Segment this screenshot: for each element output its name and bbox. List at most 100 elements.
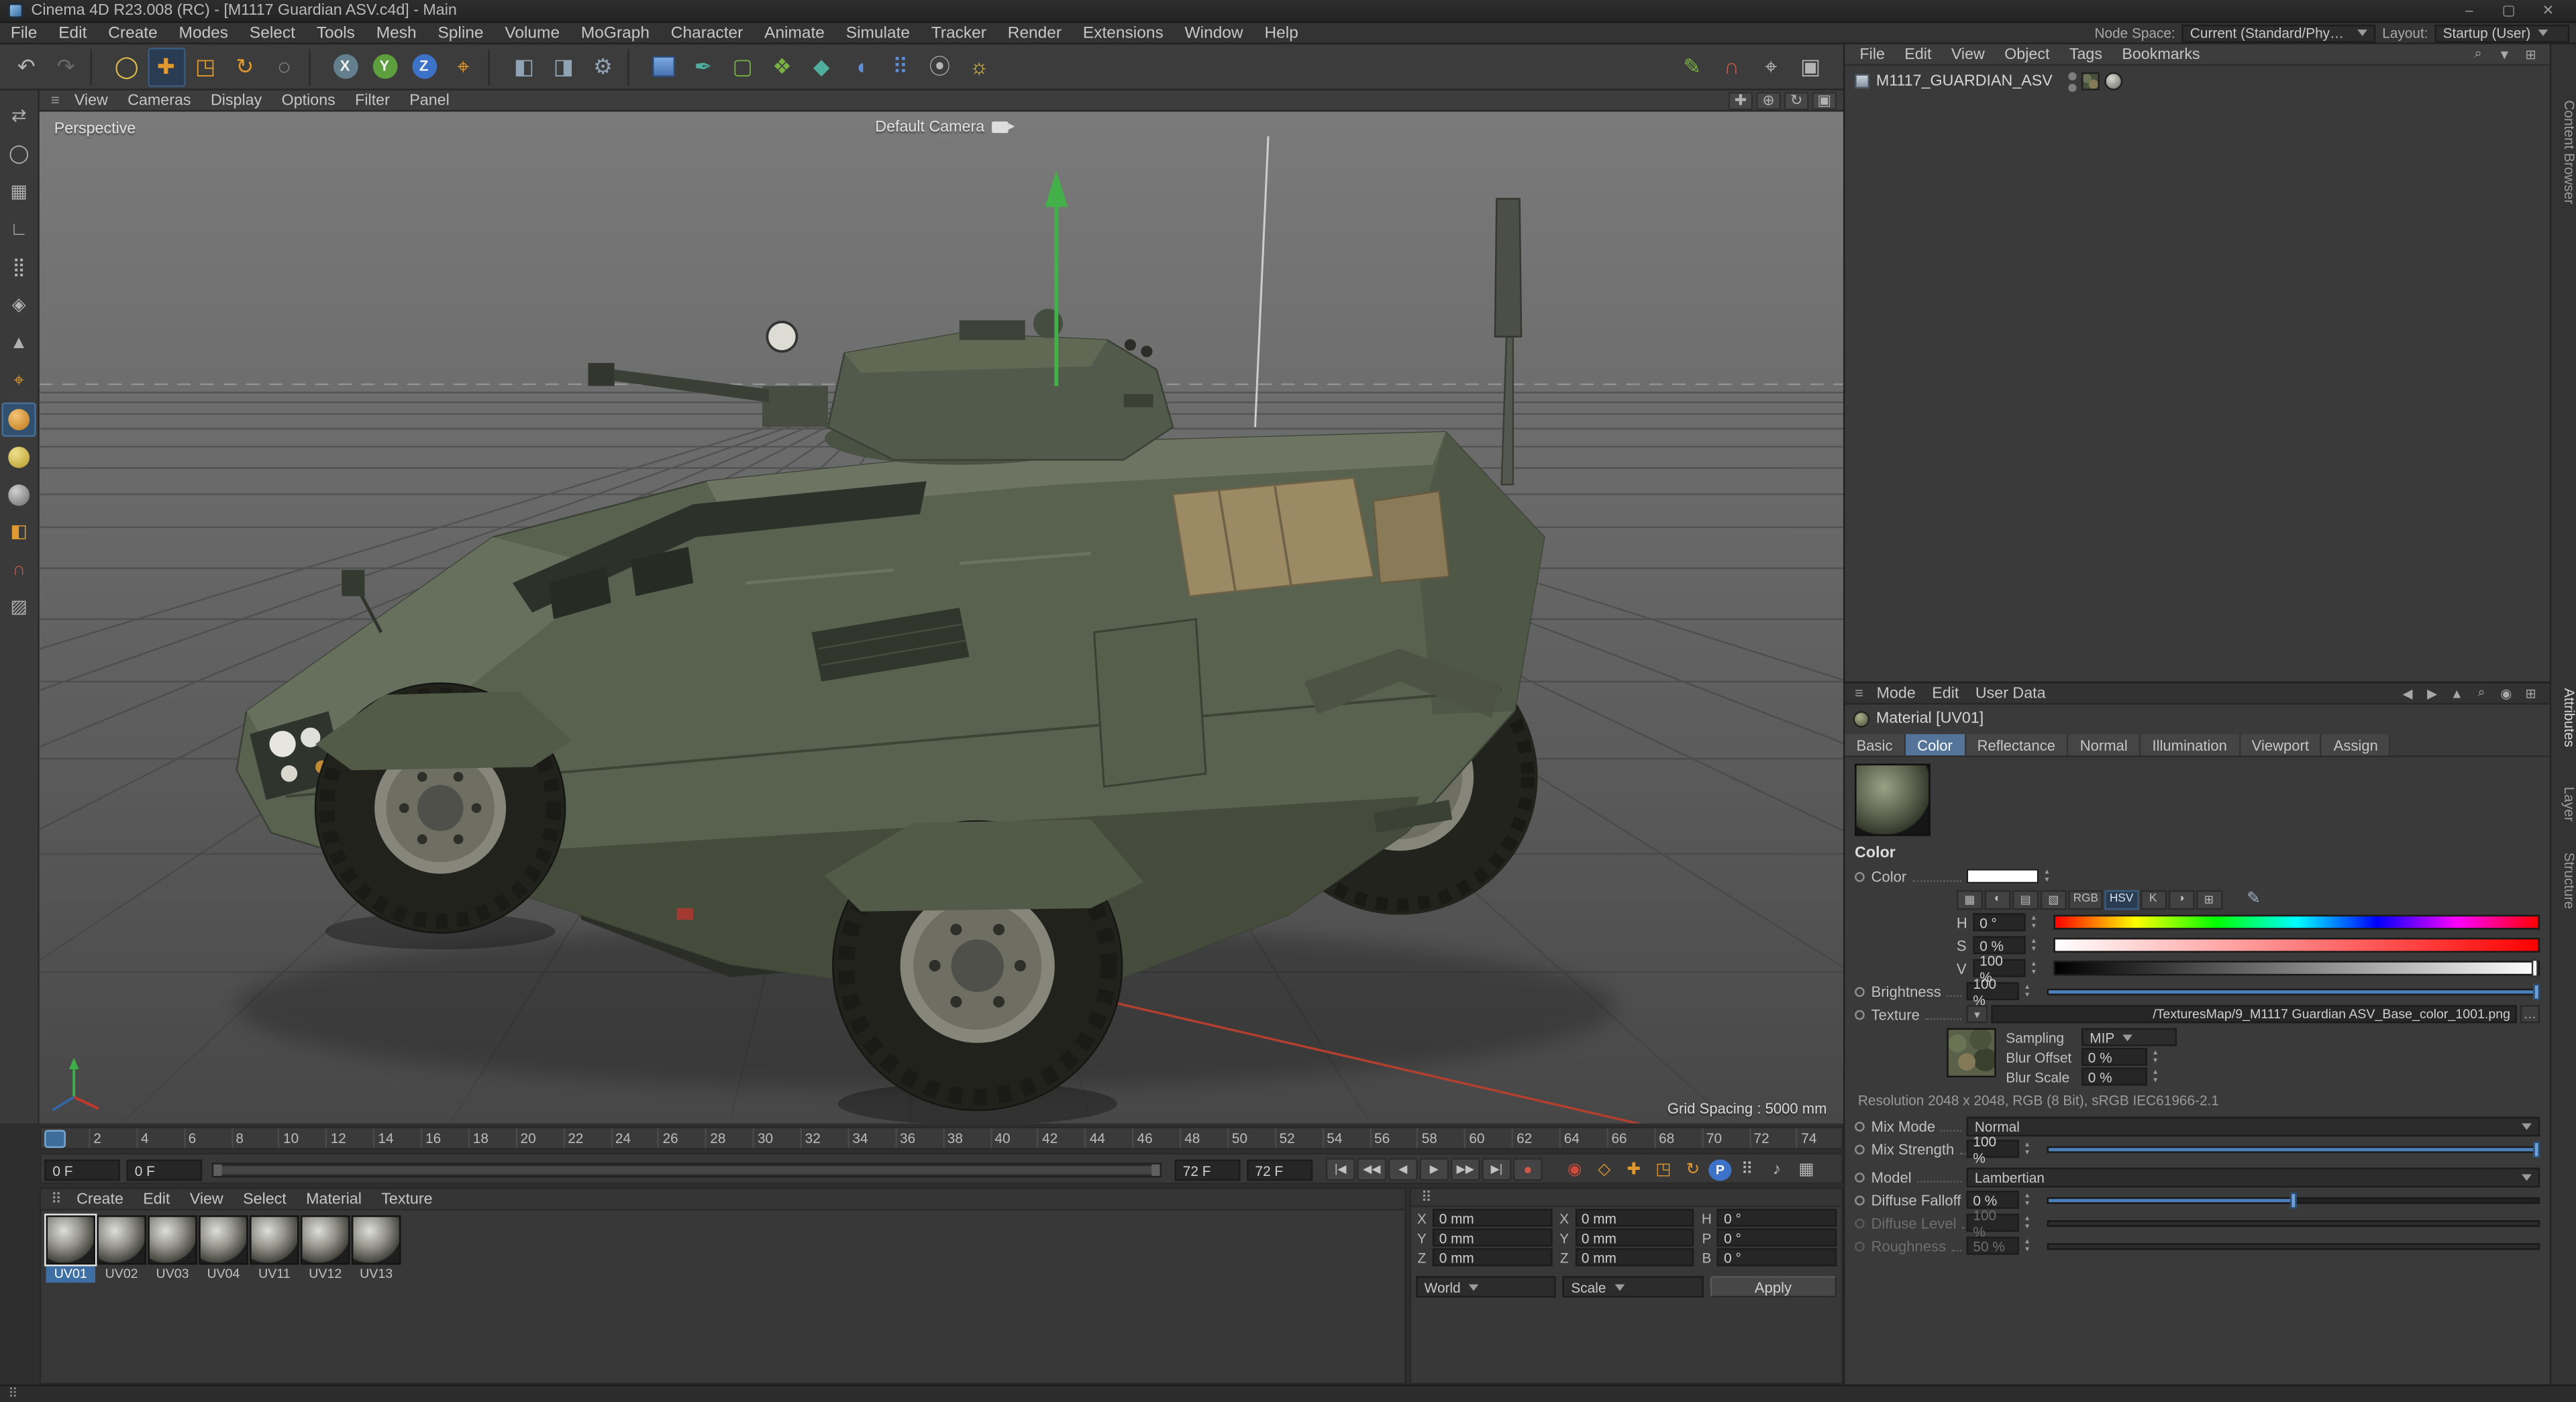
spinner[interactable]: ▴ ▾ <box>2020 1191 2034 1209</box>
layout-select[interactable]: Startup (User) <box>2434 23 2570 42</box>
prev-frame-button[interactable]: ◀ <box>1388 1158 1418 1181</box>
autokey-toggle[interactable]: ◉ <box>1561 1158 1589 1181</box>
texture-dropdown-button[interactable]: ▾ <box>1966 1005 1988 1024</box>
color-swatch[interactable] <box>1966 869 2039 884</box>
paint-mode-button[interactable]: ◧ <box>1 516 36 550</box>
grip-icon[interactable]: ⠿ <box>51 1190 62 1208</box>
menu-item[interactable]: Select <box>239 22 306 44</box>
goto-start-button[interactable]: |◀ <box>1325 1158 1355 1181</box>
key-pla-toggle[interactable]: ⠿ <box>1733 1158 1761 1181</box>
live-selection-tool[interactable]: ◯ <box>107 47 145 87</box>
material-thumbnail[interactable]: UV04 <box>199 1215 248 1283</box>
menu-item[interactable]: Animate <box>754 22 835 44</box>
hsv-mode-button[interactable]: HSV <box>2104 889 2139 910</box>
material-menu-item[interactable]: Edit <box>134 1188 180 1209</box>
key-rotation-toggle[interactable]: ↻ <box>1679 1158 1707 1181</box>
brightness-field[interactable]: 100 % <box>1966 975 2019 1008</box>
menu-item[interactable]: Create <box>97 22 168 44</box>
menu-item[interactable]: Spline <box>427 22 495 44</box>
material-preview-sphere[interactable] <box>199 1215 248 1265</box>
toggle-panels-icon[interactable]: ▣ <box>1812 91 1837 109</box>
texture-thumbnail[interactable] <box>1947 1028 1996 1078</box>
material-thumbnail[interactable]: UV01 <box>44 1214 97 1283</box>
filter-icon[interactable]: ▼ <box>2494 45 2516 63</box>
key-position-toggle[interactable]: ✚ <box>1620 1158 1648 1181</box>
texture-path-field[interactable]: /TexturesMap/9_M1117 Guardian ASV_Base_c… <box>1991 1005 2517 1024</box>
keyframe-dot[interactable] <box>1855 1195 1865 1205</box>
key-scale-toggle[interactable]: ◳ <box>1649 1158 1678 1181</box>
material-menu-item[interactable]: Texture <box>372 1188 443 1209</box>
spinner[interactable]: ▴ ▾ <box>2149 1067 2162 1085</box>
diffuse-falloff-slider[interactable] <box>2047 1191 2540 1208</box>
hsv-gradient-bar[interactable] <box>2053 937 2540 953</box>
viewport-menu-item[interactable]: View <box>64 89 117 111</box>
tab-content-browser[interactable]: Content Browser <box>2551 100 2576 204</box>
viewport-settings-icon[interactable]: ▣ <box>1792 47 1829 87</box>
rotate-tool[interactable]: ↻ <box>226 47 264 87</box>
node-space-select[interactable]: Current (Standard/Physical) <box>2181 23 2376 42</box>
mix-strength-field[interactable]: 100 % <box>1966 1132 2019 1165</box>
viewport-menu-item[interactable]: Filter <box>345 89 399 111</box>
kelvin-mode-button[interactable]: K <box>2140 889 2167 910</box>
snap-settings-icon[interactable]: ∩ <box>1712 47 1750 87</box>
preview-range-slider[interactable] <box>211 1163 1162 1178</box>
sketch-tool-icon[interactable]: ✎ <box>1673 47 1711 87</box>
keyframe-dot[interactable] <box>1855 1144 1865 1154</box>
texture-mode-button[interactable]: ▦ <box>1 176 36 210</box>
mix-mode-select[interactable]: Normal <box>1966 1116 2540 1136</box>
phong-tag-icon[interactable] <box>2105 72 2124 91</box>
attribute-menu-item[interactable]: Mode <box>1868 682 1924 704</box>
mixing-mode-button[interactable]: ◑ <box>2167 889 2194 910</box>
menu-item[interactable]: File <box>0 22 48 44</box>
apply-button[interactable]: Apply <box>1709 1276 1837 1298</box>
tab-structure[interactable]: Structure <box>2551 853 2576 909</box>
add-mograph-button[interactable]: ⠿ <box>882 47 919 87</box>
spectrum-mode-button[interactable]: ▤ <box>2012 889 2039 910</box>
rotate-view-icon[interactable]: ↻ <box>1784 91 1809 109</box>
max-frame-field[interactable]: 72 F <box>1247 1159 1313 1181</box>
panel-icon[interactable]: ⊞ <box>2520 45 2542 63</box>
position-field[interactable]: 0 mm <box>1432 1208 1552 1227</box>
add-modeling-button[interactable]: ❖ <box>763 47 801 87</box>
material-preview-sphere[interactable] <box>351 1215 401 1265</box>
spinner[interactable]: ▴ ▾ <box>2020 1140 2034 1158</box>
separator[interactable] <box>90 48 102 85</box>
snap-toggle-button[interactable]: ∩ <box>1 553 36 588</box>
material-thumbnail[interactable]: UV13 <box>351 1215 401 1283</box>
object-menu-item[interactable]: Edit <box>1895 44 1941 65</box>
viewport-menu-item[interactable]: Options <box>272 89 346 111</box>
keyframe-dot[interactable] <box>1855 1009 1865 1020</box>
y-axis-lock[interactable]: Y <box>366 47 403 87</box>
zoom-view-icon[interactable]: ⊕ <box>1756 91 1781 109</box>
maximize-button[interactable]: ▢ <box>2489 1 2528 19</box>
hsv-gradient-bar[interactable] <box>2053 914 2540 930</box>
grip-icon[interactable]: ⠿ <box>1421 1188 1432 1206</box>
axis-settings-icon[interactable]: ⌖ <box>1752 47 1790 87</box>
render-picture-viewer-button[interactable]: ◨ <box>545 47 582 87</box>
rotation-field[interactable]: 0 ° <box>1717 1248 1837 1266</box>
keyframe-dot[interactable] <box>1855 986 1865 996</box>
material-tab[interactable]: Assign <box>2322 734 2391 756</box>
workplane-mode-button[interactable]: ∟ <box>1 213 36 248</box>
object-menu-item[interactable]: File <box>1850 44 1895 65</box>
picture-mode-button[interactable]: ▧ <box>2040 889 2067 910</box>
wheel-mode-button[interactable]: ◐ <box>1984 889 2011 910</box>
spinner[interactable]: ▴ ▾ <box>2020 982 2034 1000</box>
render-view-button[interactable]: ◧ <box>505 47 543 87</box>
object-menu-item[interactable]: Bookmarks <box>2112 44 2210 65</box>
hsv-gradient-bar[interactable] <box>2053 959 2540 977</box>
redo-icon[interactable]: ↷ <box>47 47 85 87</box>
size-field[interactable]: 0 mm <box>1575 1228 1695 1247</box>
position-field[interactable]: 0 mm <box>1432 1228 1552 1247</box>
move-tool[interactable]: ✚ <box>147 46 185 87</box>
add-light-button[interactable]: ☼ <box>960 47 998 87</box>
viewport-menu-item[interactable]: Panel <box>400 89 460 111</box>
keyframe-selection-toggle[interactable]: ◇ <box>1590 1158 1618 1181</box>
next-frame-button[interactable]: ▶▶ <box>1450 1158 1480 1181</box>
make-editable-button[interactable]: ⇄ <box>1 100 36 134</box>
material-thumbnail[interactable]: UV12 <box>301 1215 350 1283</box>
material-thumbnail[interactable]: UV03 <box>148 1215 197 1283</box>
camera-icon[interactable] <box>990 121 1015 133</box>
scale-tool[interactable]: ◳ <box>187 47 224 87</box>
material-preview-sphere[interactable] <box>301 1215 350 1265</box>
